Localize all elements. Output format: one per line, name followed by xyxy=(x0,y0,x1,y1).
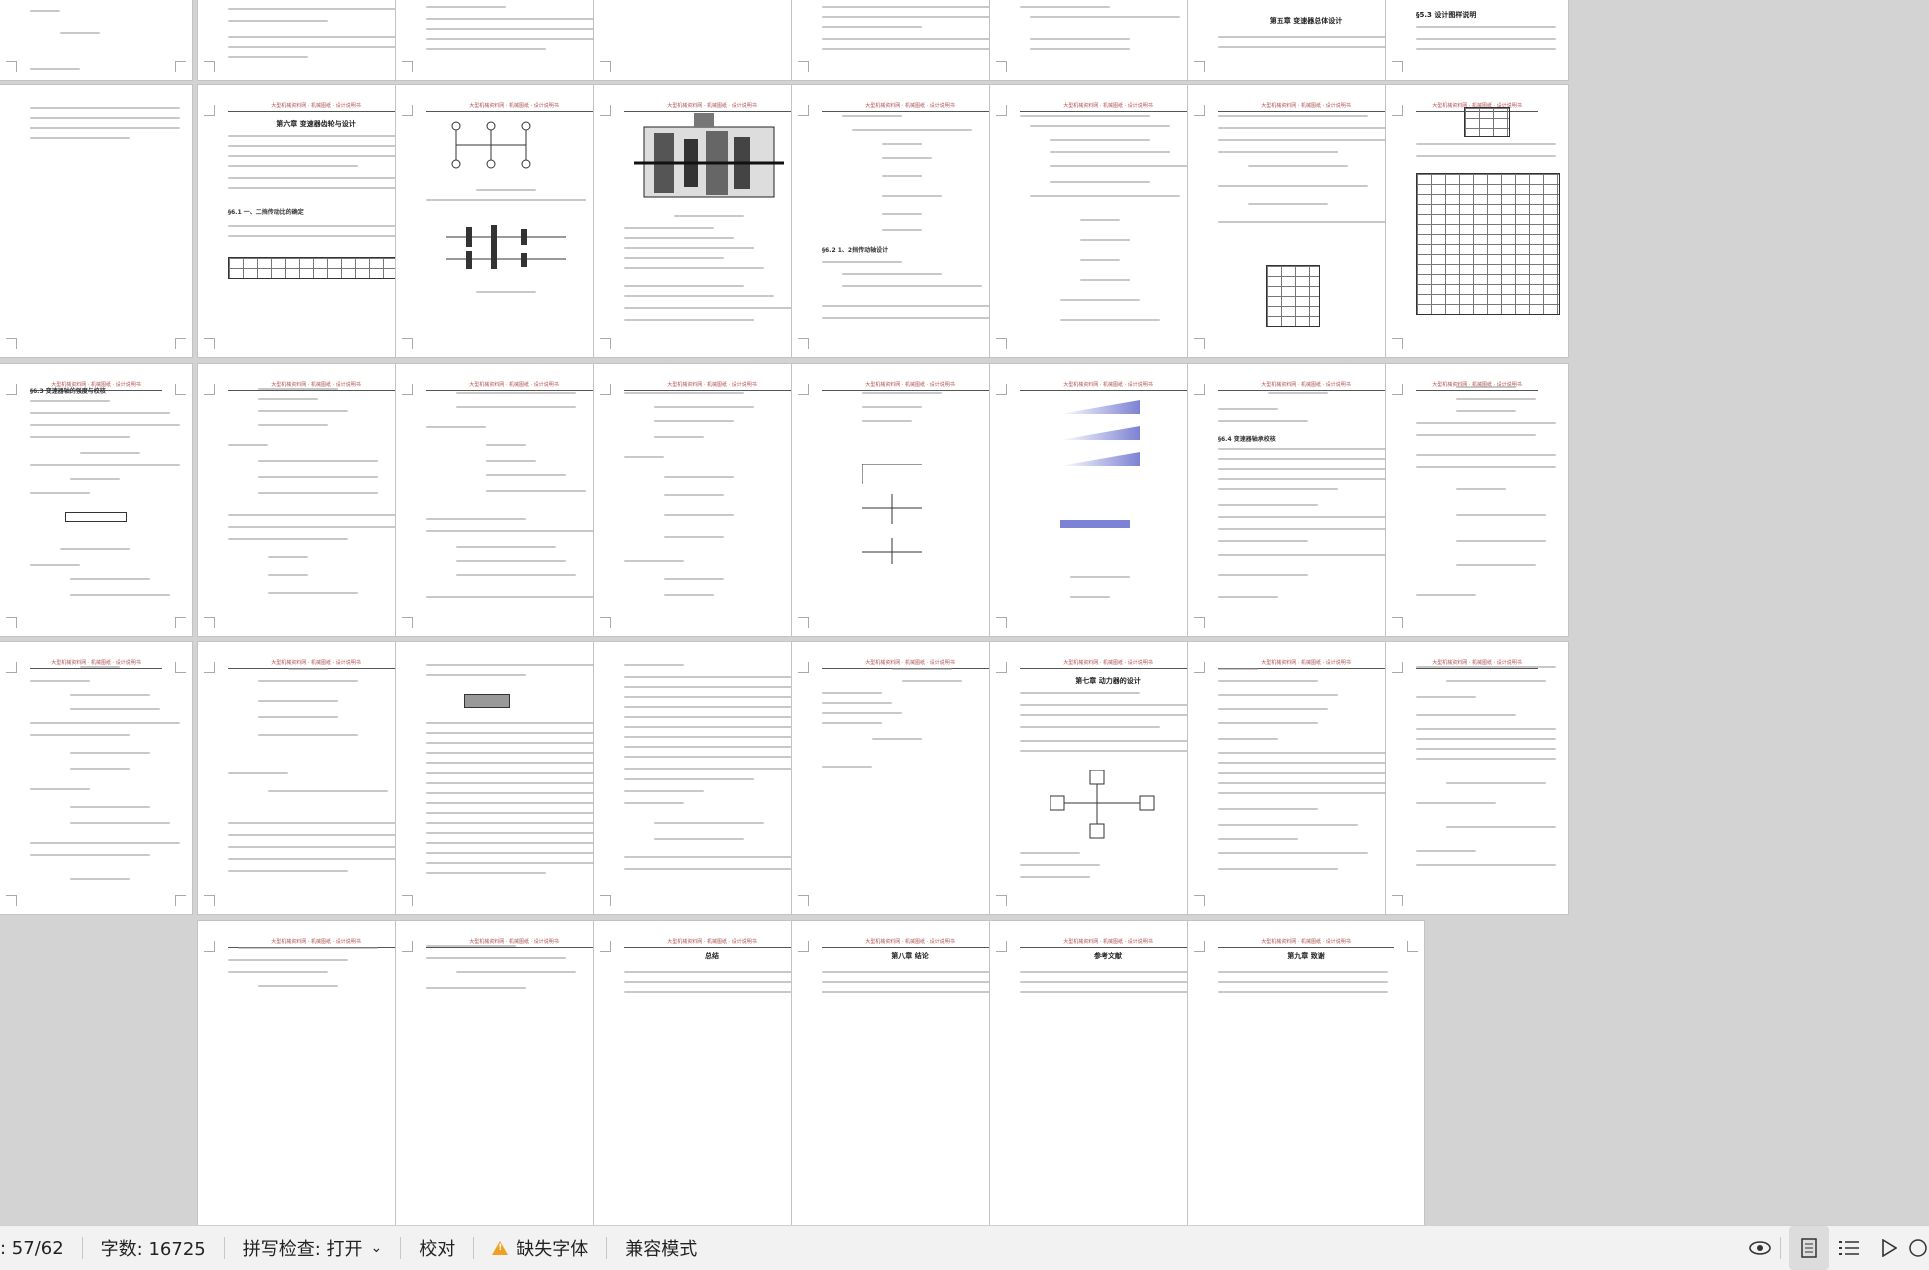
outline-view-icon[interactable] xyxy=(1829,1226,1869,1270)
page-header: 大型机械资料网 · 机械图纸 · 设计说明书 xyxy=(624,937,800,948)
page-header: 大型机械资料网 · 机械图纸 · 设计说明书 xyxy=(624,101,800,112)
chevron-down-icon: ⌄ xyxy=(370,1240,383,1256)
page-indicator[interactable]: : 57/62 xyxy=(0,1226,82,1270)
page-thumbnail-grid: 第五章 变速器总体设计 §5.3 设计图样说明 大型机械资料网 · 机械图纸 ·… xyxy=(0,0,1929,1225)
page-thumb[interactable]: 大型机械资料网 · 机械图纸 · 设计说明书 xyxy=(1386,642,1568,914)
shaft-load-diagram xyxy=(862,464,922,564)
missing-fonts-button[interactable]: 缺失字体 xyxy=(474,1226,606,1270)
page-thumb[interactable]: 大型机械资料网 · 机械图纸 · 设计说明书 xyxy=(1386,85,1568,357)
page-header: 大型机械资料网 · 机械图纸 · 设计说明书 xyxy=(426,101,602,112)
shaft-layout-diagram xyxy=(446,225,566,269)
gear-shift-diagram xyxy=(451,121,531,169)
spell-check-label: 拼写检查: 打开 xyxy=(242,1239,363,1260)
page-thumb[interactable]: 大型机械资料网 · 机械图纸 · 设计说明书 xyxy=(1386,364,1568,636)
page-thumb[interactable]: 大型机械资料网 · 机械图纸 · 设计说明书 第九章 致谢 xyxy=(1188,921,1424,1225)
page-thumb[interactable]: 大型机械资料网 · 机械图纸 · 设计说明书 xyxy=(0,642,192,914)
page-header: 大型机械资料网 · 机械图纸 · 设计说明书 xyxy=(1020,380,1196,391)
page-thumb[interactable]: 大型机械资料网 · 机械图纸 · 设计说明书 §6.3 变速器轴的强度与校核 xyxy=(0,364,192,636)
page-header: 大型机械资料网 · 机械图纸 · 设计说明书 xyxy=(822,101,998,112)
section-heading: §6.1 一、二挡传动比的确定 xyxy=(228,209,304,216)
section-heading: §6.4 变速器轴承校核 xyxy=(1218,436,1276,443)
gearbox-cross-section xyxy=(634,113,784,198)
page-header: 大型机械资料网 · 机械图纸 · 设计说明书 xyxy=(1218,101,1394,112)
page-header: 大型机械资料网 · 机械图纸 · 设计说明书 xyxy=(1218,937,1394,948)
section-heading: §6.3 变速器轴的强度与校核 xyxy=(30,388,106,395)
page-heading: §5.3 设计图样说明 xyxy=(1416,11,1477,19)
page-header: 大型机械资料网 · 机械图纸 · 设计说明书 xyxy=(1218,380,1394,391)
page-header: 大型机械资料网 · 机械图纸 · 设计说明书 xyxy=(426,380,602,391)
page-header: 大型机械资料网 · 机械图纸 · 设计说明书 xyxy=(228,101,404,112)
missing-fonts-label: 缺失字体 xyxy=(516,1239,589,1260)
compat-mode-label: 兼容模式 xyxy=(625,1239,698,1260)
spell-check-toggle[interactable]: 拼写检查: 打开 ⌄ xyxy=(225,1226,401,1270)
warning-icon xyxy=(492,1241,509,1255)
page-header: 大型机械资料网 · 机械图纸 · 设计说明书 xyxy=(822,380,998,391)
web-view-icon[interactable] xyxy=(1909,1226,1929,1270)
play-icon[interactable] xyxy=(1869,1226,1909,1270)
page-view-icon[interactable] xyxy=(1789,1226,1829,1270)
proofread-button[interactable]: 校对 xyxy=(401,1226,473,1270)
page-header: 大型机械资料网 · 机械图纸 · 设计说明书 xyxy=(1020,101,1196,112)
page-thumb[interactable] xyxy=(0,0,192,80)
page-header: 大型机械资料网 · 机械图纸 · 设计说明书 xyxy=(624,380,800,391)
page-header: 大型机械资料网 · 机械图纸 · 设计说明书 xyxy=(1020,658,1196,669)
page-heading: 第九章 致谢 xyxy=(1287,952,1325,960)
power-flow-diagram xyxy=(1050,770,1155,839)
page-header: 大型机械资料网 · 机械图纸 · 设计说明书 xyxy=(822,937,998,948)
word-count[interactable]: 字数: 16725 xyxy=(83,1226,224,1270)
section-heading: §6.2 1、2挡传动轴设计 xyxy=(822,247,889,254)
page-thumb[interactable]: §5.3 设计图样说明 xyxy=(1386,0,1568,80)
status-bar: : 57/62 字数: 16725 拼写检查: 打开 ⌄ 校对 缺失字体 兼容模… xyxy=(0,1225,1929,1270)
eye-icon[interactable] xyxy=(1740,1226,1780,1270)
page-header: 大型机械资料网 · 机械图纸 · 设计说明书 xyxy=(1020,937,1196,948)
page-thumb[interactable] xyxy=(0,85,192,357)
